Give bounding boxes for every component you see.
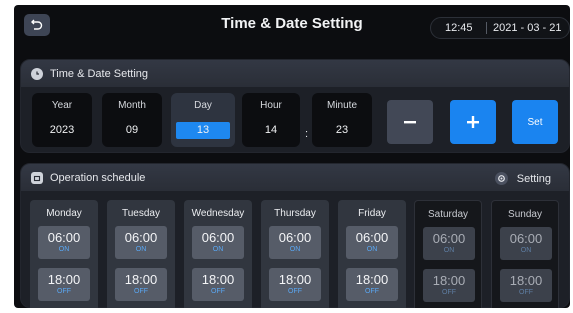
day-name: Sunday [508, 209, 542, 220]
month-field[interactable]: Month 09 [102, 93, 162, 147]
on-time-slot[interactable]: 06:00 ON [500, 227, 552, 260]
off-time: 18:00 [432, 273, 466, 288]
off-time: 18:00 [509, 273, 543, 288]
month-label: Month [118, 100, 146, 111]
divider [486, 22, 487, 34]
on-time-slot[interactable]: 06:00 ON [192, 226, 244, 259]
time-date-title: Time & Date Setting [50, 67, 149, 80]
on-time: 06:00 [124, 230, 158, 245]
on-time: 06:00 [278, 230, 312, 245]
on-state-label: ON [135, 246, 147, 253]
datetime-display: 12:45 2021 - 03 - 21 [430, 17, 570, 39]
day-value: 13 [176, 122, 230, 139]
operation-schedule-panel: Operation schedule Setting Monday 06:00 … [20, 163, 570, 308]
off-time: 18:00 [201, 272, 235, 287]
off-time-slot[interactable]: 18:00 OFF [346, 268, 398, 301]
setting-label: Setting [516, 172, 551, 185]
hour-value: 14 [264, 124, 278, 136]
page-title: Time & Date Setting [221, 15, 363, 32]
on-time: 06:00 [47, 230, 81, 245]
off-time: 18:00 [124, 272, 158, 287]
on-state-label: ON [443, 247, 455, 254]
day-column-thursday: Thursday 06:00 ON 18:00 OFF [261, 200, 329, 308]
on-state-label: ON [520, 247, 532, 254]
off-state-label: OFF [211, 288, 225, 295]
day-column-friday: Friday 06:00 ON 18:00 OFF [338, 200, 406, 308]
off-time-slot[interactable]: 18:00 OFF [115, 268, 167, 301]
clock-icon [31, 67, 43, 80]
back-button[interactable] [24, 14, 50, 36]
on-state-label: ON [212, 246, 224, 253]
off-state-label: OFF [442, 289, 456, 296]
on-state-label: ON [58, 246, 70, 253]
on-time-slot[interactable]: 06:00 ON [423, 227, 475, 260]
gear-icon [494, 172, 508, 185]
back-arrow-icon [31, 19, 43, 30]
day-name: Friday [358, 208, 386, 219]
off-time: 18:00 [47, 272, 81, 287]
off-state-label: OFF [519, 289, 533, 296]
current-time: 12:45 [445, 22, 473, 34]
on-time: 06:00 [201, 230, 235, 245]
day-column-saturday: Saturday 06:00 ON 18:00 OFF [414, 200, 482, 308]
day-label: Day [194, 100, 212, 111]
on-time-slot[interactable]: 06:00 ON [115, 226, 167, 259]
operation-schedule-header: Operation schedule [21, 164, 569, 191]
month-value: 09 [125, 124, 139, 136]
day-name: Tuesday [122, 208, 160, 219]
minute-field[interactable]: Minute 23 [312, 93, 372, 147]
on-time-slot[interactable]: 06:00 ON [38, 226, 90, 259]
time-date-panel: Time & Date Setting Year 2023 Month 09 D… [20, 59, 570, 153]
time-date-header: Time & Date Setting [21, 60, 569, 87]
year-field[interactable]: Year 2023 [32, 93, 92, 147]
off-state-label: OFF [288, 288, 302, 295]
increment-button[interactable] [450, 100, 496, 144]
off-time-slot[interactable]: 18:00 OFF [38, 268, 90, 301]
schedule-setting-button[interactable]: Setting [494, 172, 551, 185]
day-name: Saturday [427, 209, 469, 220]
off-time: 18:00 [278, 272, 312, 287]
minus-icon [404, 121, 416, 124]
off-state-label: OFF [365, 288, 379, 295]
device-screen: Time & Date Setting 12:45 2021 - 03 - 21… [14, 5, 570, 308]
on-time: 06:00 [432, 231, 466, 246]
minute-label: Minute [326, 100, 357, 111]
hour-field[interactable]: Hour 14 [242, 93, 300, 147]
on-state-label: ON [289, 246, 301, 253]
day-name: Monday [46, 208, 82, 219]
current-date: 2021 - 03 - 21 [493, 22, 562, 34]
off-time-slot[interactable]: 18:00 OFF [500, 269, 552, 302]
day-field[interactable]: Day 13 [171, 93, 235, 147]
off-time-slot[interactable]: 18:00 OFF [192, 268, 244, 301]
minute-value: 23 [335, 124, 349, 136]
day-name: Thursday [274, 208, 316, 219]
operation-schedule-title: Operation schedule [50, 171, 146, 184]
day-column-sunday: Sunday 06:00 ON 18:00 OFF [491, 200, 559, 308]
header-bar: Time & Date Setting 12:45 2021 - 03 - 21 [14, 5, 570, 45]
year-label: Year [51, 100, 73, 111]
on-time: 06:00 [509, 231, 543, 246]
on-time: 06:00 [355, 230, 389, 245]
off-time-slot[interactable]: 18:00 OFF [269, 268, 321, 301]
plus-icon [467, 116, 479, 128]
off-state-label: OFF [134, 288, 148, 295]
set-button[interactable]: Set [512, 100, 558, 144]
day-column-tuesday: Tuesday 06:00 ON 18:00 OFF [107, 200, 175, 308]
off-time-slot[interactable]: 18:00 OFF [423, 269, 475, 302]
calendar-icon [31, 171, 43, 184]
year-value: 2023 [49, 124, 75, 136]
day-column-wednesday: Wednesday 06:00 ON 18:00 OFF [184, 200, 252, 308]
on-time-slot[interactable]: 06:00 ON [269, 226, 321, 259]
on-time-slot[interactable]: 06:00 ON [346, 226, 398, 259]
time-colon: : [305, 128, 309, 140]
off-time: 18:00 [355, 272, 389, 287]
day-name: Wednesday [191, 208, 245, 219]
day-column-monday: Monday 06:00 ON 18:00 OFF [30, 200, 98, 308]
off-state-label: OFF [57, 288, 71, 295]
on-state-label: ON [366, 246, 378, 253]
decrement-button[interactable] [387, 100, 433, 144]
hour-label: Hour [260, 100, 282, 111]
